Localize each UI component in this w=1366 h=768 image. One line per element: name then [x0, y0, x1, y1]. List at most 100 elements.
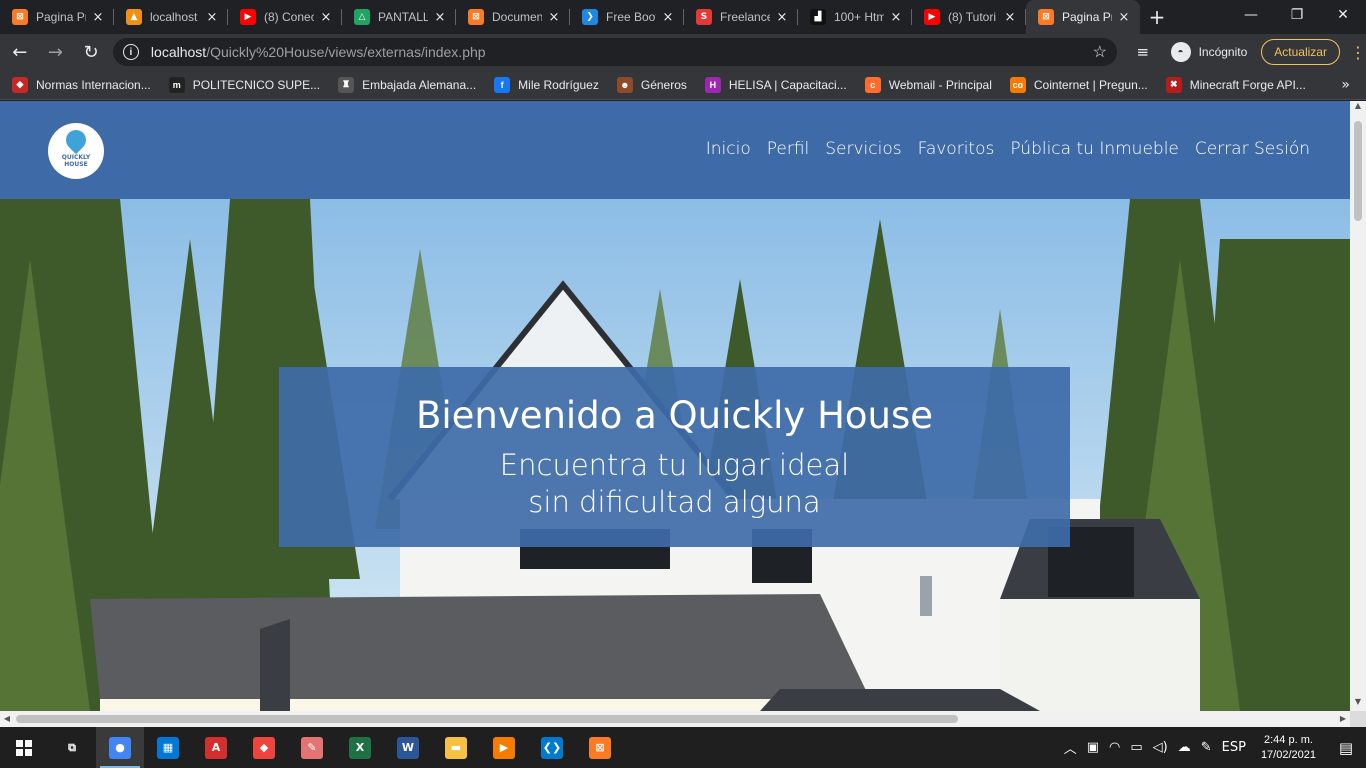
horizontal-scroll-thumb[interactable]: [16, 715, 958, 723]
taskbar-app[interactable]: ⧉: [48, 727, 96, 768]
avatar-icon: ☻: [616, 76, 633, 93]
bookmark-item[interactable]: ♜ Embajada Alemana...: [338, 76, 476, 93]
volume-icon[interactable]: ◁): [1153, 740, 1168, 755]
bookmark-item[interactable]: c Webmail - Principal: [864, 76, 992, 93]
tray-overflow-icon[interactable]: ︿: [1064, 738, 1077, 757]
taskbar-app[interactable]: ◆: [240, 727, 288, 768]
explorer-icon: ▬: [445, 736, 467, 759]
bookmark-item[interactable]: ✖ Minecraft Forge API...: [1165, 76, 1306, 93]
youtube-icon: ▶: [924, 9, 940, 25]
scroll-left-icon[interactable]: ◀: [0, 711, 14, 727]
nav-publica-inmueble[interactable]: Pública tu Inmueble: [1010, 139, 1179, 159]
browser-tab[interactable]: ⊠ Documen ×: [456, 0, 570, 34]
address-bar[interactable]: i localhost/Quickly%20House/views/extern…: [112, 38, 1117, 66]
taskbar-app[interactable]: W: [384, 727, 432, 768]
site-header: QUICKLY HOUSE Inicio Perfil Servicios Fav…: [0, 101, 1350, 199]
taskbar-app[interactable]: ●: [96, 727, 144, 768]
tab-close-icon[interactable]: ×: [1116, 10, 1132, 25]
scroll-down-icon[interactable]: ▼: [1350, 697, 1366, 711]
bookmark-label: Mile Rodríguez: [518, 77, 599, 92]
xampp-icon: ⊠: [468, 9, 484, 25]
menu-kebab-icon[interactable]: ⋮: [1350, 43, 1366, 62]
puzzle-icon: ◆: [12, 76, 28, 93]
nav-perfil[interactable]: Perfil: [767, 139, 810, 159]
taskbar-app[interactable]: ✎: [288, 727, 336, 768]
tab-close-icon[interactable]: ×: [1002, 10, 1018, 25]
taskbar-app[interactable]: A: [192, 727, 240, 768]
bookmark-item[interactable]: H HELISA | Capacitaci...: [704, 76, 847, 93]
xampp-icon: ⊠: [1038, 9, 1054, 25]
browser-tab[interactable]: ▶ (8) Tutori ×: [912, 0, 1026, 34]
tab-close-icon[interactable]: ×: [318, 10, 334, 25]
tab-close-icon[interactable]: ×: [774, 10, 790, 25]
browser-tab[interactable]: S Freelance ×: [684, 0, 798, 34]
bookmark-list: ◆ Normas Internacion... m POLITECNICO SUPE.…: [12, 76, 1324, 93]
bookmarks-overflow-button[interactable]: »: [1341, 77, 1350, 93]
nav-favoritos[interactable]: Favoritos: [918, 139, 995, 159]
site-logo[interactable]: QUICKLY HOUSE: [48, 123, 104, 179]
tab-close-icon[interactable]: ×: [660, 10, 676, 25]
new-tab-button[interactable]: +: [1140, 0, 1174, 34]
browser-tab[interactable]: ⊠ Pagina Pr ×: [0, 0, 114, 34]
notification-center-icon[interactable]: ▤: [1326, 739, 1366, 757]
window-controls: — ❐ ✕: [1228, 0, 1366, 30]
tab-title: Pagina Pr: [36, 10, 86, 24]
vertical-scroll-thumb[interactable]: [1354, 121, 1362, 221]
meet-icon[interactable]: ▣: [1087, 740, 1099, 755]
back-button[interactable]: ←: [4, 36, 36, 68]
tab-close-icon[interactable]: ×: [546, 10, 562, 25]
nav-cerrar-sesion[interactable]: Cerrar Sesión: [1195, 139, 1310, 159]
taskbar-app[interactable]: ⊠: [576, 727, 624, 768]
taskbar-app[interactable]: ▬: [432, 727, 480, 768]
minimize-button[interactable]: —: [1228, 0, 1274, 30]
browser-tab[interactable]: ▲ localhost ×: [114, 0, 228, 34]
browser-tab[interactable]: ⊠ Pagina Pr ×: [1026, 0, 1140, 34]
bookmark-item[interactable]: f Mile Rodríguez: [494, 76, 599, 93]
vertical-scrollbar[interactable]: ▲ ▼: [1350, 101, 1366, 711]
taskbar-app[interactable]: ▶: [480, 727, 528, 768]
tab-close-icon[interactable]: ×: [204, 10, 220, 25]
paint-icon: ✎: [301, 736, 323, 759]
bookmark-star-icon[interactable]: ☆: [1093, 42, 1107, 62]
taskbar-app[interactable]: X: [336, 727, 384, 768]
browser-tab[interactable]: ▟ 100+ Htm ×: [798, 0, 912, 34]
onedrive-icon[interactable]: ☁: [1178, 740, 1191, 755]
pen-icon[interactable]: ✎: [1201, 740, 1212, 755]
hero-title: Bienvenido a Quickly House: [415, 393, 934, 437]
m-logo-icon: m: [168, 76, 185, 93]
start-button[interactable]: [0, 727, 48, 768]
media-control-icon[interactable]: ≡: [1127, 36, 1159, 68]
battery-icon[interactable]: ▭: [1130, 740, 1142, 755]
language-indicator[interactable]: ESP: [1222, 740, 1246, 755]
browser-tab[interactable]: ❯ Free Boot ×: [570, 0, 684, 34]
bookmark-item[interactable]: m POLITECNICO SUPE...: [168, 76, 320, 93]
bookmark-item[interactable]: ◆ Normas Internacion...: [12, 76, 151, 93]
update-button[interactable]: Actualizar: [1261, 39, 1340, 65]
reload-button[interactable]: ↻: [75, 36, 107, 68]
helisa-icon: H: [704, 76, 721, 93]
browser-tab[interactable]: ▶ (8) Conec ×: [228, 0, 342, 34]
info-icon[interactable]: i: [122, 44, 139, 60]
tab-close-icon[interactable]: ×: [432, 10, 448, 25]
nav-servicios[interactable]: Servicios: [825, 139, 901, 159]
wifi-icon[interactable]: ◠: [1109, 740, 1120, 755]
tab-close-icon[interactable]: ×: [888, 10, 904, 25]
bookmark-item[interactable]: co Cointernet | Pregun...: [1009, 76, 1148, 93]
tab-close-icon[interactable]: ×: [90, 10, 106, 25]
hero-banner: Bienvenido a Quickly House Encuentra tu …: [279, 367, 1070, 547]
nav-inicio[interactable]: Inicio: [706, 139, 751, 159]
horizontal-scrollbar[interactable]: ◀ ▶: [0, 711, 1350, 727]
acrobat-icon: A: [205, 736, 227, 759]
scroll-right-icon[interactable]: ▶: [1336, 711, 1350, 727]
bookmark-item[interactable]: ☻ Géneros: [616, 76, 687, 93]
incognito-indicator[interactable]: ◓ Incógnito: [1170, 42, 1247, 62]
browser-tab[interactable]: △ PANTALL ×: [342, 0, 456, 34]
clock[interactable]: 2:44 p. m. 17/02/2021: [1261, 733, 1316, 763]
restore-button[interactable]: ❐: [1274, 0, 1320, 30]
forward-button[interactable]: →: [40, 36, 72, 68]
taskbar-app[interactable]: ❮❯: [528, 727, 576, 768]
taskbar-app[interactable]: ▦: [144, 727, 192, 768]
tab-strip: ⊠ Pagina Pr × ▲ localhost × ▶ (8) Conec × △ PANTAL…: [0, 0, 1366, 34]
scroll-up-icon[interactable]: ▲: [1350, 101, 1366, 115]
close-window-button[interactable]: ✕: [1320, 0, 1366, 30]
